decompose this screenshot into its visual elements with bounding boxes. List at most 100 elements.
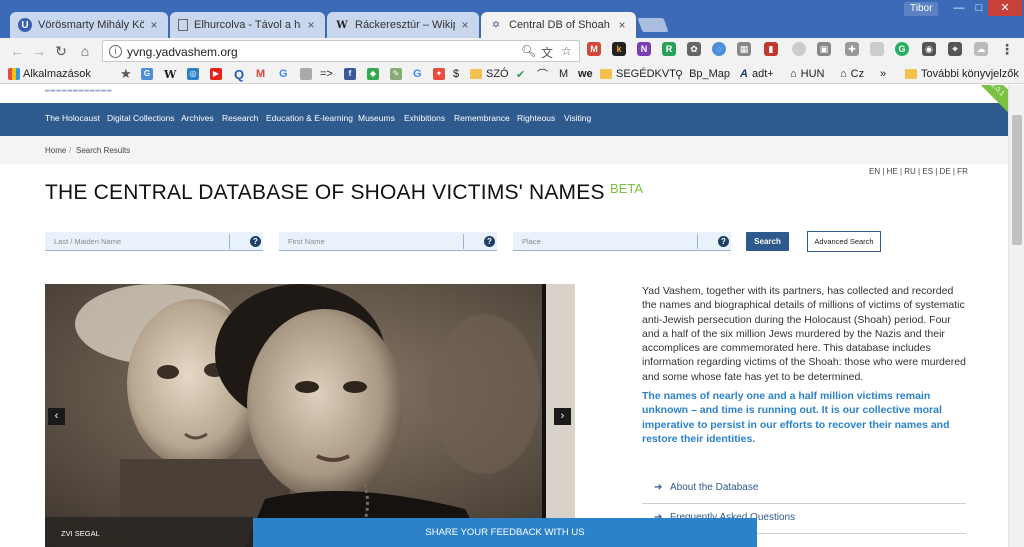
search-button[interactable]: Search	[746, 232, 789, 251]
breadcrumb: Home / Search Results	[0, 136, 1008, 164]
google-icon[interactable]: G	[279, 67, 288, 81]
bookmark-segedkvt[interactable]: SEGÉDKVT	[600, 67, 676, 81]
bookmark-other[interactable]: További könyvjelzők	[905, 67, 1019, 81]
bookmark-arrow[interactable]: =>	[320, 67, 333, 81]
tab-elhurcolva[interactable]: Elhurcolva - Távol a hazá ×	[170, 12, 325, 38]
translate-icon[interactable]: 文	[541, 44, 553, 61]
location-icon[interactable]: ⌖	[948, 42, 962, 56]
nav-visiting[interactable]: Visiting	[564, 113, 591, 123]
bookmark-icon[interactable]: ✎	[390, 67, 405, 81]
nav-education[interactable]: Education & E-learning	[266, 113, 353, 123]
camera-icon[interactable]: ◉	[922, 42, 936, 56]
home-icon[interactable]: ⌂	[76, 42, 94, 60]
nav-research[interactable]: Research	[222, 113, 258, 123]
breadcrumb-home[interactable]: Home	[45, 146, 66, 155]
menu-icon[interactable]: ⋮	[1000, 42, 1014, 56]
star-icon[interactable]: ★	[120, 66, 132, 81]
bookmark-icon[interactable]: ⌒	[537, 67, 548, 81]
nav-righteous[interactable]: Righteous	[517, 113, 555, 123]
nav-holocaust[interactable]: The Holocaust	[45, 113, 100, 123]
tab-vorosmarty[interactable]: U Vörösmarty Mihály Köny ×	[10, 12, 168, 38]
k-extension-icon[interactable]: k	[612, 42, 626, 56]
arrow-right-icon: ➔	[654, 482, 663, 493]
place-field[interactable]: Place ?	[513, 232, 731, 251]
bookmark-cz[interactable]: ⌂ Cz	[840, 67, 864, 81]
scrollbar-thumb[interactable]	[1012, 115, 1022, 245]
nav-exhibitions[interactable]: Exhibitions	[404, 113, 445, 123]
pdf-extension-icon[interactable]: ▮	[764, 42, 778, 56]
dollar-icon[interactable]: $	[453, 67, 459, 81]
help-icon[interactable]: ?	[484, 236, 495, 247]
zoom-icon[interactable]: 🔍︎	[521, 44, 536, 58]
minimize-icon[interactable]: —	[948, 0, 970, 16]
last-name-field[interactable]: Last / Maiden Name ?	[45, 232, 263, 251]
maps-icon[interactable]: ◆	[367, 67, 382, 81]
gmail-bookmark-icon[interactable]: M	[256, 67, 265, 81]
carousel-next-button[interactable]: ›	[554, 408, 571, 425]
help-icon[interactable]: ?	[250, 236, 261, 247]
extension-icon[interactable]: ✿	[687, 42, 701, 56]
url-text[interactable]: yvng.yadvashem.org	[127, 45, 238, 59]
bookmark-icon[interactable]	[300, 67, 315, 81]
carousel-prev-button[interactable]: ‹	[48, 408, 65, 425]
facebook-icon[interactable]: f	[344, 67, 359, 81]
close-icon[interactable]: ×	[305, 18, 317, 32]
more-bookmarks[interactable]: »	[880, 67, 886, 81]
forward-icon[interactable]: →	[30, 42, 48, 60]
bookmark-m[interactable]: M	[559, 67, 568, 81]
gmail-icon[interactable]: M	[587, 42, 601, 56]
reload-icon[interactable]: ↻	[52, 42, 70, 60]
bookmark-icon[interactable]: ✦	[433, 67, 448, 81]
bookmark-adt[interactable]: Aadt+	[740, 67, 774, 81]
q-bookmark-icon[interactable]: Q	[234, 67, 244, 82]
bookmark-bpmap[interactable]: ⚲ Bp_Map	[675, 67, 730, 81]
bookmark-icon[interactable]: ◎	[187, 67, 202, 81]
close-icon[interactable]: ×	[148, 18, 160, 32]
onenote-icon[interactable]: N	[637, 42, 651, 56]
translate-bookmark-icon[interactable]: G	[141, 67, 156, 81]
info-icon[interactable]: i	[109, 45, 122, 58]
breadcrumb-separator: /	[69, 146, 72, 155]
extension-icon[interactable]	[792, 42, 806, 56]
puzzle-icon[interactable]: ✚	[845, 42, 859, 56]
youtube-icon[interactable]: ▶	[210, 67, 225, 81]
wikipedia-bookmark-icon[interactable]: W	[164, 67, 176, 81]
nav-museums[interactable]: Museums	[358, 113, 395, 123]
nav-digital-collections[interactable]: Digital Collections	[107, 113, 175, 123]
page-scrollbar[interactable]	[1008, 85, 1024, 547]
r-extension-icon[interactable]: R	[662, 42, 676, 56]
back-icon[interactable]: ←	[8, 42, 26, 60]
first-name-field[interactable]: First Name ?	[279, 232, 497, 251]
check-icon[interactable]: ✔	[516, 67, 525, 81]
star-icon[interactable]: ☆	[561, 44, 572, 58]
bookmark-szo[interactable]: SZÓ	[470, 67, 509, 81]
nav-remembrance[interactable]: Remembrance	[454, 113, 510, 123]
extension-icon[interactable]: ▦	[737, 42, 751, 56]
address-bar[interactable]: i yvng.yadvashem.org 🔍︎ 文 ☆	[102, 40, 580, 62]
maximize-icon[interactable]: □	[968, 0, 990, 16]
language-switcher[interactable]: EN | HE | RU | ES | DE | FR	[869, 167, 968, 176]
bookmark-icon[interactable]: we	[578, 67, 593, 81]
extension-icon[interactable]	[870, 42, 884, 56]
close-icon[interactable]: ×	[616, 18, 628, 32]
bookmark-apps[interactable]: Alkalmazások	[8, 67, 91, 81]
sync-extension-icon[interactable]: ◌	[712, 42, 726, 56]
bookmark-hun[interactable]: ⌂ HUN	[790, 67, 825, 81]
link-about-database[interactable]: ➔ About the Database	[642, 474, 966, 504]
folder-icon	[905, 69, 917, 79]
cloud-icon[interactable]: ☁	[974, 42, 988, 56]
photo-caption: ZVI SEGAL	[61, 529, 100, 538]
new-tab-button[interactable]	[637, 18, 669, 32]
advanced-search-button[interactable]: Advanced Search	[807, 231, 881, 252]
window-close-icon[interactable]: ✕	[988, 0, 1022, 16]
google-icon[interactable]: G	[413, 67, 422, 81]
help-icon[interactable]: ?	[718, 236, 729, 247]
close-icon[interactable]: ×	[459, 18, 471, 32]
nav-archives[interactable]: Archives	[181, 113, 214, 123]
profile-button[interactable]: Tibor	[904, 2, 939, 16]
grammarly-icon[interactable]: G	[895, 42, 909, 56]
tab-wikipedia[interactable]: W Ráckeresztúr – Wikipédia ×	[327, 12, 479, 38]
tab-central-db[interactable]: ✡ Central DB of Shoah Victi ×	[481, 12, 636, 38]
extension-icon[interactable]: ▣	[817, 42, 831, 56]
feedback-button[interactable]: SHARE YOUR FEEDBACK WITH US	[253, 518, 757, 547]
